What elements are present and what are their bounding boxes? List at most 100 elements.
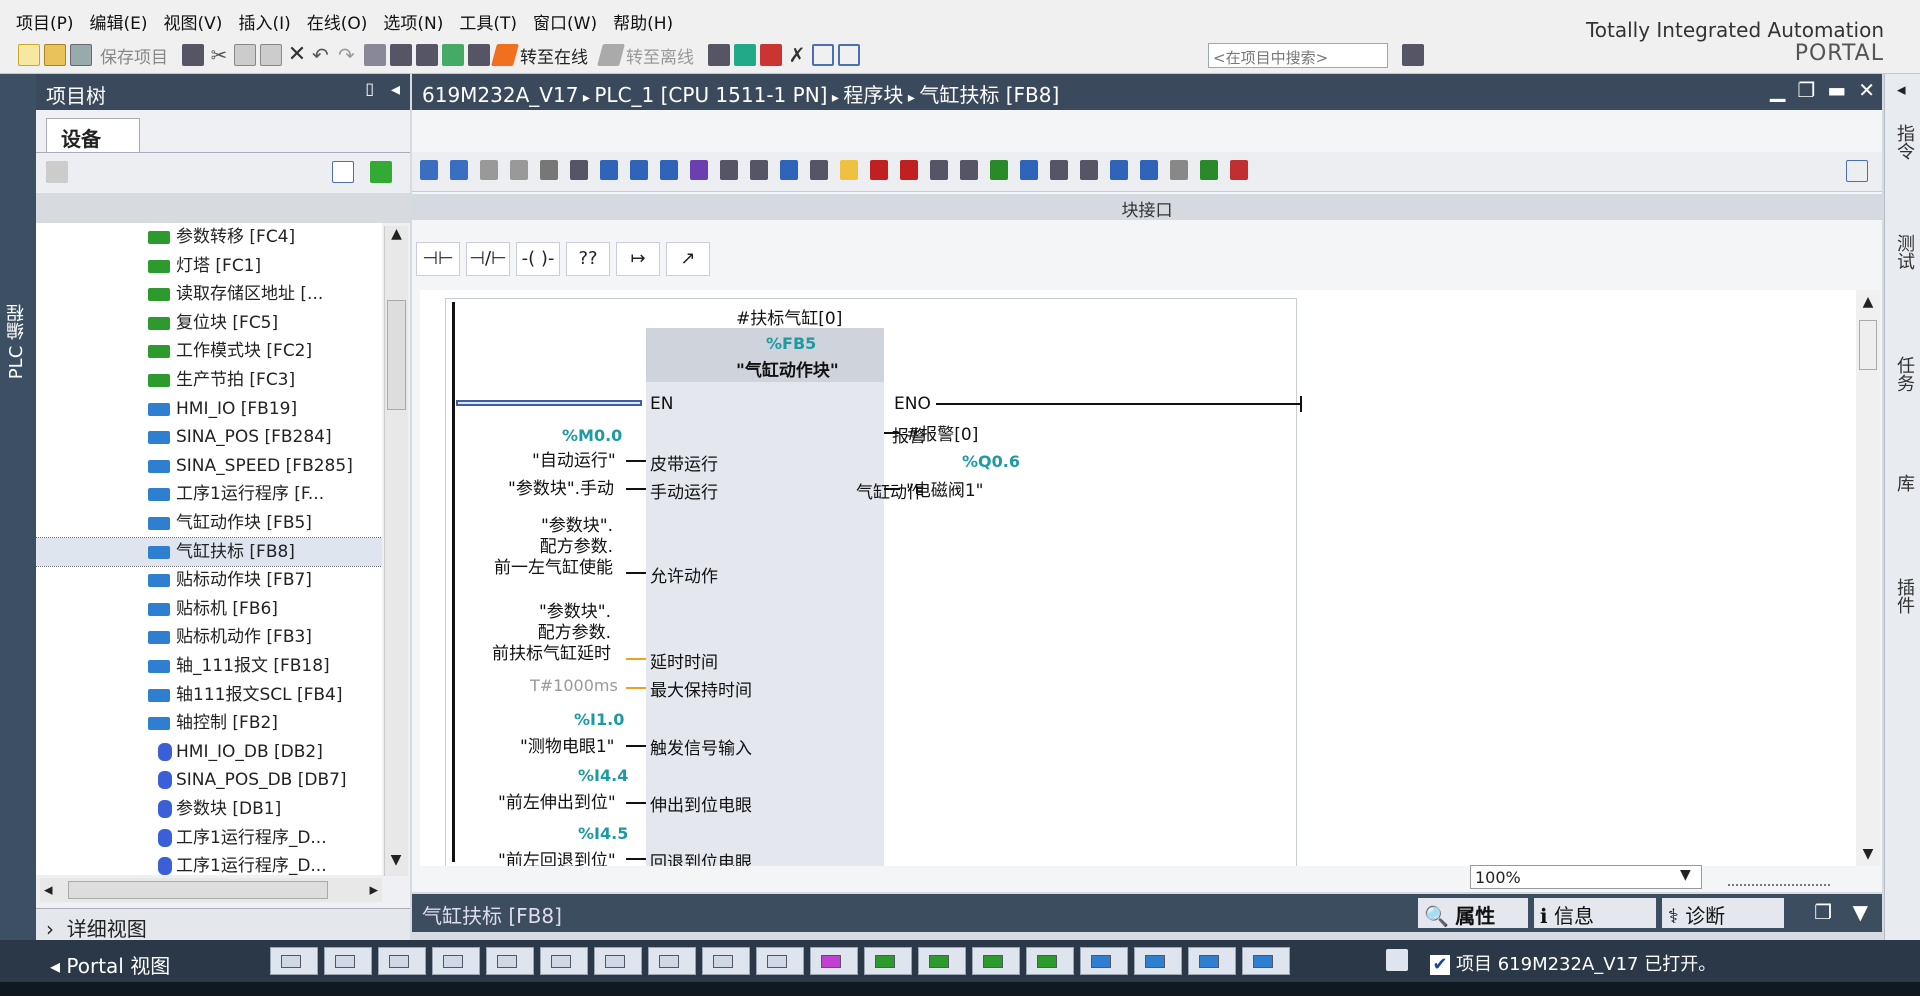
pin-tree-icon[interactable]: ▯ bbox=[365, 79, 374, 98]
editor-scroll-up-icon[interactable]: ▲ bbox=[1856, 294, 1880, 310]
tree-item[interactable]: 贴标动作块 [FB7] bbox=[36, 566, 382, 594]
tree-scroll-right-icon[interactable]: ▸ bbox=[369, 880, 378, 900]
properties-restore-icon[interactable]: ❐ bbox=[1814, 900, 1832, 924]
open-editor-tab[interactable] bbox=[378, 947, 426, 975]
delete-network-icon[interactable] bbox=[450, 160, 468, 180]
menu-item-3[interactable]: 插入(I) bbox=[238, 0, 290, 34]
expand-icon[interactable] bbox=[720, 160, 738, 180]
simulation-icon[interactable] bbox=[442, 44, 464, 66]
menu-item-2[interactable]: 视图(V) bbox=[164, 0, 223, 34]
plc-programming-tab[interactable]: PLC 编程 bbox=[4, 304, 30, 379]
device-icon[interactable] bbox=[468, 44, 490, 66]
cut-icon[interactable]: ✂ bbox=[208, 44, 230, 66]
open-editor-tab[interactable] bbox=[432, 947, 480, 975]
menu-item-6[interactable]: 工具(T) bbox=[459, 0, 517, 34]
insert-row-icon[interactable] bbox=[480, 160, 498, 180]
zoom-dropdown-icon[interactable]: ▼ bbox=[1680, 867, 1691, 883]
open-editor-tab[interactable] bbox=[540, 947, 588, 975]
open-branch-button[interactable]: ↦ bbox=[616, 242, 660, 276]
tree-item[interactable]: 贴标机 [FB6] bbox=[36, 595, 382, 623]
tree-item[interactable]: 灯塔 [FC1] bbox=[36, 252, 382, 280]
add-device-icon[interactable] bbox=[46, 161, 68, 183]
menu-item-0[interactable]: 项目(P) bbox=[16, 0, 74, 34]
collapse-all-icon[interactable] bbox=[780, 160, 798, 180]
tree-item[interactable]: SINA_SPEED [FB285] bbox=[36, 452, 382, 480]
memory-icon[interactable] bbox=[1230, 160, 1248, 180]
paste-icon[interactable] bbox=[260, 44, 282, 66]
absolute-operand-icon[interactable] bbox=[570, 160, 588, 180]
redo-icon[interactable]: ↷ bbox=[338, 44, 360, 66]
no-contact-button[interactable]: ⊣⊢ bbox=[416, 242, 460, 276]
close-icon[interactable]: ✕ bbox=[1858, 78, 1875, 102]
insert-network-icon[interactable] bbox=[420, 160, 438, 180]
delete-icon[interactable]: ✕ bbox=[286, 44, 308, 66]
tree-hscroll-thumb[interactable] bbox=[68, 881, 328, 899]
compile-icon[interactable] bbox=[364, 44, 386, 66]
portal-view-button[interactable]: ◂ Portal 视图 bbox=[50, 950, 170, 979]
open-editor-tab[interactable] bbox=[270, 947, 318, 975]
zoom-slider[interactable] bbox=[1728, 874, 1830, 886]
open-editor-tab[interactable] bbox=[1080, 947, 1128, 975]
tree-item[interactable]: 参数块 [DB1] bbox=[36, 795, 382, 823]
task-card-instructions[interactable]: 指令 bbox=[1891, 124, 1917, 160]
tree-item[interactable]: 工序1运行程序_D... bbox=[36, 852, 382, 875]
open-editor-tab[interactable] bbox=[648, 947, 696, 975]
highlight-icon[interactable] bbox=[840, 160, 858, 180]
monitor-all-icon[interactable] bbox=[1140, 160, 1158, 180]
tree-item[interactable]: 工序1运行程序_D... bbox=[36, 824, 382, 852]
append-row-icon[interactable] bbox=[510, 160, 528, 180]
editor-layout-icon[interactable] bbox=[1846, 160, 1868, 182]
open-editor-tab[interactable] bbox=[972, 947, 1020, 975]
accessible-devices-icon[interactable] bbox=[708, 44, 730, 66]
menu-item-5[interactable]: 选项(N) bbox=[383, 0, 443, 34]
close-branch-button[interactable]: ↗ bbox=[666, 242, 710, 276]
start-cpu-icon[interactable] bbox=[734, 44, 756, 66]
split-horizontal-icon[interactable] bbox=[812, 44, 834, 66]
tree-item[interactable]: 参数转移 [FC4] bbox=[36, 223, 382, 251]
input-operand-3[interactable]: "参数块". 配方参数. 前一左气缸使能 bbox=[494, 516, 613, 579]
lock-icon[interactable] bbox=[540, 160, 558, 180]
tree-scroll-thumb[interactable] bbox=[387, 300, 406, 410]
input-operand-6[interactable]: "测物电眼1" bbox=[520, 732, 614, 757]
indent-icon[interactable] bbox=[1080, 160, 1098, 180]
go-online-icon[interactable] bbox=[491, 44, 519, 66]
open-editor-tab[interactable] bbox=[594, 947, 642, 975]
devices-tab[interactable]: 设备 bbox=[46, 118, 140, 152]
tab-info[interactable]: ℹ 信息 bbox=[1534, 898, 1656, 928]
project-search-input[interactable]: <在项目中搜索> bbox=[1208, 43, 1388, 68]
status-message-icon[interactable] bbox=[1386, 949, 1408, 971]
go-offline-icon[interactable] bbox=[597, 44, 625, 66]
task-card-testing[interactable]: 测试 bbox=[1891, 234, 1917, 270]
editor-scroll-down-icon[interactable]: ▼ bbox=[1856, 846, 1880, 862]
collapse-tree-icon[interactable]: ◂ bbox=[391, 79, 400, 100]
input-operand-2[interactable]: "参数块".手动 bbox=[508, 474, 614, 499]
open-project-icon[interactable] bbox=[44, 44, 66, 66]
output-operand-2[interactable]: "电磁阀1" bbox=[906, 476, 983, 501]
save-icon[interactable] bbox=[70, 44, 92, 66]
empty-box-button[interactable]: ?? bbox=[566, 242, 610, 276]
detail-view-header[interactable]: › 详细视图 bbox=[36, 908, 410, 941]
tree-item[interactable]: 工作模式块 [FC2] bbox=[36, 337, 382, 365]
open-editor-tab[interactable] bbox=[756, 947, 804, 975]
instance-name[interactable]: #扶标气缸[0] bbox=[736, 304, 842, 329]
coil-button[interactable]: -( )- bbox=[516, 242, 560, 276]
goto-previous-error-icon[interactable] bbox=[1020, 160, 1038, 180]
network-comments-icon[interactable] bbox=[600, 160, 618, 180]
overview-icon[interactable] bbox=[332, 161, 354, 183]
input-operand-8[interactable]: "前左回退到位" bbox=[498, 846, 616, 866]
input-operand-5[interactable]: T#1000ms bbox=[530, 676, 618, 695]
breadcrumb-item[interactable]: 气缸扶标 [FB8] bbox=[919, 83, 1059, 107]
nc-contact-button[interactable]: ⊣/⊢ bbox=[466, 242, 510, 276]
restore-icon[interactable]: ❐ bbox=[1797, 78, 1815, 102]
minimize-icon[interactable]: ▁ bbox=[1770, 78, 1785, 102]
editor-vertical-scrollbar[interactable]: ▲ ▼ bbox=[1856, 290, 1880, 866]
tree-scroll-down-icon[interactable]: ▼ bbox=[385, 852, 407, 876]
tree-item[interactable]: 工序1运行程序 [F... bbox=[36, 480, 382, 508]
open-editor-tab[interactable] bbox=[810, 947, 858, 975]
tree-item[interactable]: 生产节拍 [FC3] bbox=[36, 366, 382, 394]
tree-vertical-scrollbar[interactable]: ▲ ▼ bbox=[384, 226, 408, 876]
stop-cpu-icon[interactable] bbox=[760, 44, 782, 66]
split-vertical-icon[interactable] bbox=[838, 44, 860, 66]
breadcrumb-item[interactable]: 619M232A_V17 bbox=[422, 83, 578, 107]
go-offline-button[interactable]: 转至离线 bbox=[626, 43, 694, 68]
